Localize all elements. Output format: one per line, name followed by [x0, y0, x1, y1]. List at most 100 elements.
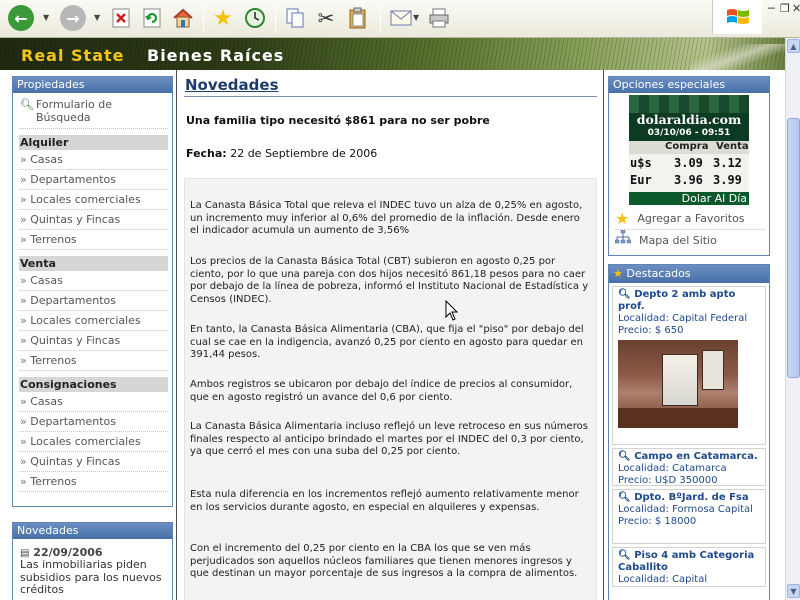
site-map-link[interactable]: Mapa del Sitio [614, 229, 765, 252]
venta-casas-link[interactable]: » Casas [19, 271, 168, 291]
refresh-icon[interactable] [139, 5, 165, 31]
currency: u$s [630, 156, 652, 170]
raquo-icon: » [20, 153, 27, 166]
magnifier-icon: 🔍︎ [618, 492, 631, 503]
article-paragraph: Esta nula diferencia en los incrementos … [190, 489, 579, 513]
toolbar-separator [275, 4, 276, 32]
link-label: Departamentos [30, 294, 116, 307]
stop-icon[interactable] [108, 5, 134, 31]
listing-title: Depto 2 amb apto prof. [618, 289, 736, 312]
listing-title: Piso 4 amb Categoria Caballito [618, 550, 755, 573]
raquo-icon: » [20, 354, 27, 367]
divider [19, 124, 168, 129]
novedad-text: Las inmobiliarias piden subsidios para l… [20, 558, 162, 596]
browser-toolbar: ← ▼ → ▼ ★ ✂ ▼ ─ ❐ ✕ [0, 0, 800, 38]
close-icon[interactable]: ✕ [792, 2, 800, 15]
article-headline: Una familia tipo necesitó $861 para no s… [186, 114, 490, 127]
consignaciones-casas-link[interactable]: » Casas [19, 392, 168, 412]
venta-terrenos-link[interactable]: » Terrenos [19, 351, 168, 371]
raquo-icon: » [20, 475, 27, 488]
raquo-icon: » [20, 435, 27, 448]
link-label: Departamentos [30, 415, 116, 428]
dolar-widget[interactable]: dolaraldia.com 03/10/06 - 09:51 Compra V… [629, 95, 749, 205]
listing-precio: Precio: $ 650 [618, 325, 684, 336]
section-venta: Venta [19, 256, 168, 271]
browser-window: ← ▼ → ▼ ★ ✂ ▼ ─ ❐ ✕ Real State Bienes Ra… [0, 0, 800, 600]
forward-dropdown-icon[interactable]: ▼ [94, 13, 100, 22]
article-paragraph: Ambos registros se ubicaron por debajo d… [190, 379, 573, 403]
cut-icon[interactable]: ✂ [313, 5, 339, 31]
consignaciones-terrenos-link[interactable]: » Terrenos [19, 472, 168, 492]
magnifier-icon: 🔍︎ [618, 451, 631, 462]
venta-quintas-link[interactable]: » Quintas y Fincas [19, 331, 168, 351]
venta-locales-link[interactable]: » Locales comerciales [19, 311, 168, 331]
paste-icon[interactable] [345, 5, 371, 31]
alquiler-casas-link[interactable]: » Casas [19, 150, 168, 170]
web-page: Real State Bienes Raíces Propiedades 🔍︎ … [0, 38, 785, 600]
article-paragraph: Con el incremento del 0,25 por ciento en… [190, 543, 578, 579]
raquo-icon: » [20, 334, 27, 347]
alquiler-terrenos-link[interactable]: » Terrenos [19, 230, 168, 250]
scroll-thumb[interactable] [787, 118, 800, 378]
novedad-item[interactable]: ▤ 22/09/2006 Las inmobiliarias piden sub… [20, 546, 167, 597]
brand-english[interactable]: Real State [21, 46, 125, 65]
featured-listing[interactable]: 🔍︎ Campo en Catamarca. Localidad: Catama… [612, 448, 766, 486]
link-label: Casas [30, 153, 63, 166]
page-title[interactable]: Novedades [185, 76, 279, 94]
venta-departamentos-link[interactable]: » Departamentos [19, 291, 168, 311]
consignaciones-departamentos-link[interactable]: » Departamentos [19, 412, 168, 432]
dolar-footer: Dolar Al Día [629, 192, 749, 205]
article-paragraph: En tanto, la Canasta Básica Alimentaria … [190, 324, 584, 360]
scroll-down-icon[interactable]: ▼ [787, 584, 800, 598]
link-label: Locales comerciales [30, 193, 141, 206]
raquo-icon: » [20, 395, 27, 408]
venta: 3.12 [713, 156, 742, 170]
venta: 3.99 [713, 173, 742, 187]
mail-icon[interactable] [388, 5, 414, 31]
forward-icon[interactable]: → [60, 5, 86, 31]
listing-localidad: Localidad: Capital [618, 574, 708, 585]
consignaciones-quintas-link[interactable]: » Quintas y Fincas [19, 452, 168, 472]
featured-listing[interactable]: 🔍︎ Dpto. BºJard. de Fsa Localidad: Formo… [612, 489, 766, 544]
link-label: Quintas y Fincas [30, 334, 121, 347]
raquo-icon: » [20, 415, 27, 428]
mail-dropdown-icon[interactable]: ▼ [413, 13, 419, 22]
compra: 3.96 [674, 173, 703, 187]
raquo-icon: » [20, 213, 27, 226]
back-icon[interactable]: ← [8, 5, 34, 31]
toolbar-separator [380, 4, 381, 32]
history-icon[interactable] [242, 5, 268, 31]
restore-icon[interactable]: ❐ [780, 2, 790, 15]
dolar-table: Compra Venta u$s 3.09 3.12 Eur 3.96 3.99 [629, 141, 749, 193]
minimize-icon[interactable]: ─ [768, 2, 775, 15]
raquo-icon: » [20, 233, 27, 246]
currency: Eur [630, 173, 652, 187]
link-label: Locales comerciales [30, 314, 141, 327]
vertical-scrollbar[interactable]: ▲ ▼ [785, 38, 800, 600]
destacados-label: Destacados [626, 267, 691, 280]
listing-photo[interactable] [618, 340, 738, 428]
section-consignaciones: Consignaciones [19, 377, 168, 392]
alquiler-quintas-link[interactable]: » Quintas y Fincas [19, 210, 168, 230]
brand-spanish[interactable]: Bienes Raíces [147, 46, 284, 65]
search-form-link[interactable]: 🔍︎ Formulario de Búsqueda [20, 98, 168, 124]
copy-icon[interactable] [282, 5, 308, 31]
featured-listing[interactable]: 🔍︎ Depto 2 amb apto prof. Localidad: Cap… [612, 286, 766, 445]
banner-road [690, 44, 785, 70]
featured-listing[interactable]: 🔍︎ Piso 4 amb Categoria Caballito Locali… [612, 547, 766, 587]
alquiler-locales-link[interactable]: » Locales comerciales [19, 190, 168, 210]
home-icon[interactable] [170, 5, 196, 31]
scroll-up-icon[interactable]: ▲ [787, 39, 800, 53]
link-label: Casas [30, 395, 63, 408]
raquo-icon: » [20, 294, 27, 307]
add-favorites-link[interactable]: ★ Agregar a Favoritos [615, 208, 765, 230]
col-compra: Compra [665, 141, 709, 152]
alquiler-departamentos-link[interactable]: » Departamentos [19, 170, 168, 190]
raquo-icon: » [20, 274, 27, 287]
article-paragraph: Los precios de la Canasta Básica Total (… [190, 256, 589, 305]
back-dropdown-icon[interactable]: ▼ [43, 13, 49, 22]
dolar-datetime: 03/10/06 - 09:51 [647, 128, 731, 138]
print-icon[interactable] [426, 5, 452, 31]
consignaciones-locales-link[interactable]: » Locales comerciales [19, 432, 168, 452]
favorites-icon[interactable]: ★ [210, 5, 236, 31]
